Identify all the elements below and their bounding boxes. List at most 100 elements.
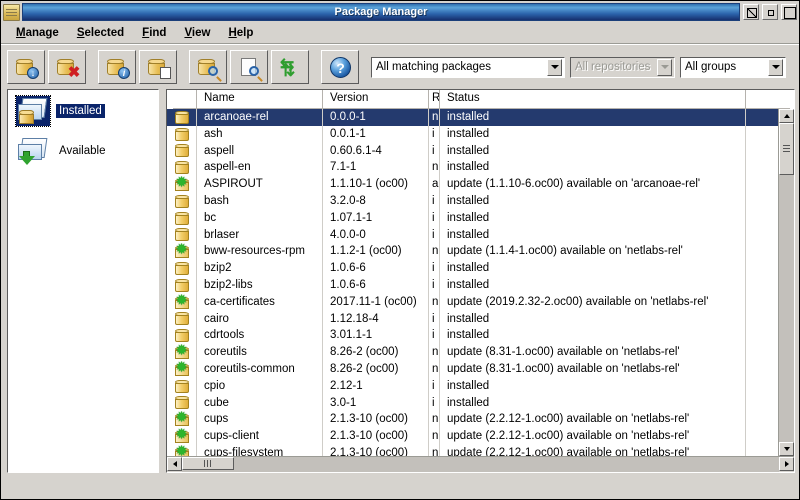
table-row[interactable]: cpio 2.12-1 i installed (167, 377, 794, 395)
table-row[interactable]: bzip2-libs 1.0.6-6 i installed (167, 276, 794, 294)
menu-find[interactable]: Find (133, 26, 175, 40)
menu-view[interactable]: View (175, 26, 219, 40)
package-info-button[interactable] (98, 50, 136, 84)
chevron-down-icon[interactable] (768, 58, 783, 76)
column-header-version[interactable]: Version (323, 90, 429, 109)
table-row[interactable]: cdrtools 3.01.1-1 i installed (167, 327, 794, 345)
table-row[interactable]: bc 1.07.1-1 i installed (167, 209, 794, 227)
cell-name: brlaser (197, 226, 323, 244)
menu-manage-label: anage (25, 27, 59, 39)
cell-name: bww-resources-rpm (197, 243, 323, 261)
window-buttons (743, 4, 797, 20)
scroll-right-button[interactable] (779, 457, 794, 471)
folder-download-icon (16, 136, 50, 166)
horizontal-scroll-track[interactable] (182, 457, 779, 472)
package-installed-icon (167, 109, 197, 126)
cell-repository: i (429, 260, 440, 277)
column-header-name[interactable]: Name (197, 90, 323, 109)
package-icon[interactable] (3, 3, 20, 21)
group-filter-select[interactable]: All groups (680, 56, 786, 78)
cell-name: ca-certificates (197, 293, 323, 311)
package-installed-icon (167, 209, 197, 227)
table-row[interactable]: cube 3.0-1 i installed (167, 394, 794, 412)
table-row[interactable]: ASPIROUT1.1.10-1 (oc00)aupdate (1.1.10-6… (167, 176, 794, 193)
refresh-arrows-icon: ⇆ ⇅ (280, 55, 296, 80)
package-installed-icon (167, 276, 197, 294)
table-row[interactable]: aspell 0.60.6.1-4 i installed (167, 142, 794, 160)
package-installed-icon (167, 394, 197, 412)
cell-version: 8.26-2 (oc00) (323, 344, 429, 361)
hide-button[interactable] (743, 4, 759, 20)
package-filter-select[interactable]: All matching packages (371, 56, 565, 78)
cell-repository: n (429, 360, 440, 378)
cell-version: 2.1.3-10 (oc00) (323, 411, 429, 429)
scroll-up-button[interactable] (779, 109, 794, 123)
table-row[interactable]: cups-filesystem2.1.3-10 (oc00)nupdate (2… (167, 444, 794, 456)
minimize-button[interactable] (762, 4, 778, 20)
cell-repository: i (429, 327, 440, 345)
column-header-icon[interactable] (167, 90, 197, 109)
package-manager-window: Package Manager Manage Selected Find Vie… (0, 0, 800, 500)
copy-package-button[interactable] (139, 50, 177, 84)
column-header-repository[interactable]: R (429, 90, 440, 109)
remove-package-button[interactable] (48, 50, 86, 84)
table-row[interactable]: cups2.1.3-10 (oc00)nupdate (2.2.12-1.oc0… (167, 411, 794, 429)
horizontal-scrollbar[interactable] (167, 456, 794, 472)
package-delete-icon (54, 55, 80, 79)
table-row[interactable]: coreutils-common8.26-2 (oc00)nupdate (8.… (167, 360, 794, 378)
vertical-scroll-thumb[interactable] (779, 123, 794, 175)
cell-repository: i (429, 209, 440, 227)
horizontal-scroll-thumb[interactable] (182, 457, 234, 470)
package-update-icon (167, 428, 197, 445)
table-row[interactable]: cairo 1.12.18-4 i installed (167, 310, 794, 328)
help-button[interactable]: ? (321, 50, 359, 84)
cell-repository: i (429, 142, 440, 160)
cell-name: cups-filesystem (197, 444, 323, 456)
menu-selected[interactable]: Selected (68, 26, 133, 40)
cell-status: installed (440, 142, 746, 160)
cell-name: cups (197, 411, 323, 429)
table-row[interactable]: cups-client2.1.3-10 (oc00)nupdate (2.2.1… (167, 428, 794, 445)
table-row[interactable]: ca-certificates2017.11-1 (oc00)nupdate (… (167, 293, 794, 311)
title-strip[interactable]: Package Manager (22, 3, 740, 21)
table-row[interactable]: brlaser 4.0.0-0 i installed (167, 226, 794, 244)
cell-name: bzip2-libs (197, 276, 323, 294)
cell-status: installed (440, 327, 746, 345)
vertical-scrollbar[interactable] (778, 109, 794, 456)
cell-name: coreutils (197, 344, 323, 361)
vertical-scroll-track[interactable] (779, 123, 794, 442)
cell-version: 2017.11-1 (oc00) (323, 293, 429, 311)
install-package-button[interactable] (7, 50, 45, 84)
repository-filter-select[interactable]: All repositories (570, 56, 675, 78)
column-header-status[interactable]: Status (440, 90, 746, 109)
chevron-down-icon[interactable] (547, 58, 562, 76)
cell-status: installed (440, 125, 746, 143)
table-header-row: Name Version R Status (167, 90, 794, 109)
search-package-button[interactable] (189, 50, 227, 84)
table-row[interactable]: bzip2 1.0.6-6 i installed (167, 260, 794, 277)
toolbar: ⇆⇅ ? All matching packages All repositor… (1, 44, 799, 89)
menu-manage[interactable]: Manage (7, 26, 68, 40)
scroll-down-button[interactable] (779, 442, 794, 456)
sidebar-splitter[interactable] (159, 89, 166, 473)
table-row[interactable]: bash 3.2.0-8 i installed (167, 192, 794, 210)
sidebar-item-available[interactable]: Available (16, 136, 158, 166)
sidebar-item-installed[interactable]: Installed (15, 95, 158, 127)
cell-version: 1.1.2-1 (oc00) (323, 243, 429, 261)
chevron-down-icon[interactable] (657, 58, 672, 76)
menu-selected-mnemonic: S (76, 27, 85, 39)
package-table: Name Version R Status arcanoae-rel 0.0.0-… (167, 90, 794, 456)
table-row[interactable]: bww-resources-rpm1.1.2-1 (oc00)nupdate (… (167, 243, 794, 261)
search-text-button[interactable] (230, 50, 268, 84)
scroll-left-button[interactable] (167, 457, 182, 471)
table-row[interactable]: coreutils8.26-2 (oc00)nupdate (8.31-1.oc… (167, 344, 794, 361)
cell-name: aspell-en (197, 159, 323, 177)
maximize-button[interactable] (781, 4, 797, 20)
table-row[interactable]: arcanoae-rel 0.0.0-1 n installed (167, 109, 794, 126)
table-row[interactable]: ash 0.0.1-1 i installed (167, 125, 794, 143)
menu-help[interactable]: Help (219, 26, 262, 40)
table-row[interactable]: aspell-en 7.1-1 n installed (167, 159, 794, 177)
cell-name: bc (197, 209, 323, 227)
refresh-button[interactable]: ⇆ ⇅ (271, 50, 309, 84)
menu-find-label: ind (149, 27, 167, 39)
